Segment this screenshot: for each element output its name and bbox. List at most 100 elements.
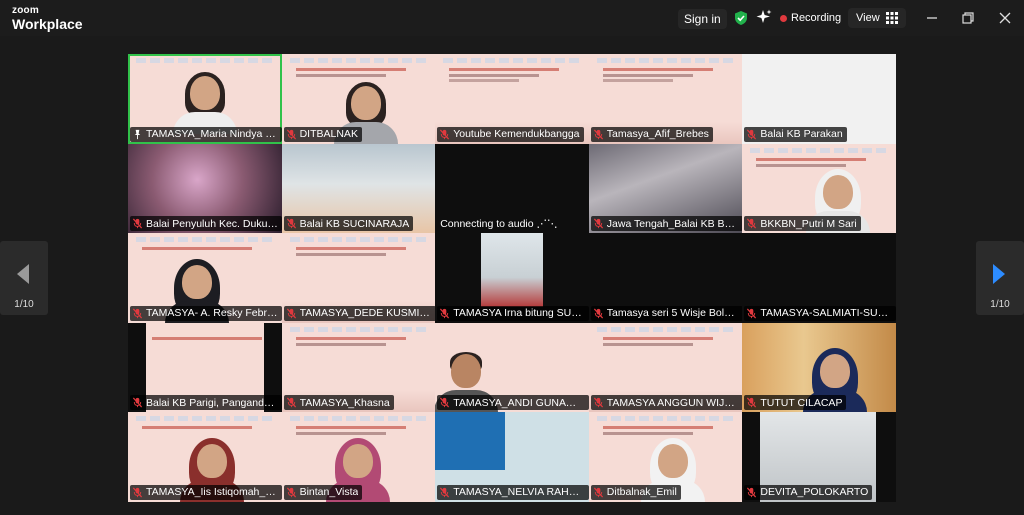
grid-icon [885,12,898,24]
page-indicator-left: 1/10 [14,299,34,310]
participant-name-tag: Balai KB SUCINARAJA [283,216,414,232]
participant-name-tag: TAMASYA_DEDE KUSMIATI_... [283,305,436,321]
chevron-right-icon [993,264,1005,284]
mic-muted-icon [132,218,143,229]
participant-name-tag: Balai KB Parakan [744,126,847,142]
mic-muted-icon [593,218,603,229]
participant-name: Balai KB Parigi, Pangandaran [146,396,278,409]
participant-name: Balai KB SUCINARAJA [299,217,410,230]
mic-muted-icon [132,487,143,498]
video-tile[interactable]: TAMASYA Irna bitung SULUT [435,233,589,323]
mic-muted-icon [593,397,603,408]
video-tile[interactable]: TAMASYA_NELVIA RAHMI_S... [435,412,589,502]
participant-name-tag: DITBALNAK [283,126,362,142]
participant-name: TAMASYA Irna bitung SULUT [453,307,586,320]
participant-name: TAMASYA ANGGUN WIJAYA ... [606,396,739,409]
participant-name-tag: TAMASYA ANGGUN WIJAYA ... [590,395,743,411]
video-tile[interactable]: Balai Penyuluh Kec. Dukuht... [128,143,282,234]
page-indicator-right: 1/10 [990,299,1010,310]
participant-name: DEVITA_POLOKARTO [760,486,869,499]
participant-name: TAMASYA_Iis Istiqomah_Jaw... [146,486,278,499]
mic-muted-icon [440,397,450,408]
video-tile[interactable]: Tamasya_Afif_Brebes [588,54,743,144]
view-button[interactable]: View [848,8,906,28]
video-tile[interactable]: Jawa Tengah_Balai KB Bany... [588,143,743,234]
next-page-button[interactable]: 1/10 [976,241,1024,315]
video-tile[interactable]: TAMASYA ANGGUN WIJAYA ... [588,322,743,413]
mic-muted-icon [286,308,296,319]
participant-name: BKKBN_Putri M Sari [760,217,857,230]
mic-muted-icon [286,487,296,498]
participant-name-tag: TAMASYA_Khasna [283,395,394,411]
mic-muted-icon [593,129,603,140]
video-tile[interactable]: DITBALNAK [281,54,436,144]
participant-name-tag: TAMASYA_ANDI GUNAWAN,... [437,395,589,411]
sign-in-button[interactable]: Sign in [678,9,727,29]
mic-muted-icon [747,129,757,140]
video-tile[interactable]: Balai KB Parigi, Pangandaran [128,322,282,413]
mic-muted-icon [286,397,296,408]
video-tile[interactable]: TAMASYA_DEDE KUSMIATI_... [281,233,436,323]
participant-name-tag: Youtube Kemendukbangga [437,126,584,142]
participant-name: Ditbalnak_Emil [606,486,677,499]
minimize-icon[interactable] [922,8,942,28]
recording-indicator[interactable]: Recording [780,10,841,26]
mic-muted-icon [440,129,450,140]
video-tile[interactable]: Balai KB SUCINARAJA [281,143,436,234]
participant-name: TUTUT CILACAP [760,396,843,409]
participant-name-tag: Balai KB Parigi, Pangandaran [130,395,282,411]
restore-icon[interactable] [958,8,978,28]
video-tile[interactable]: Balai KB Parakan [742,54,896,144]
app-logo: zoom Workplace [12,5,83,32]
participant-name: TAMASYA_NELVIA RAHMI_S... [453,486,585,499]
video-tile[interactable]: TAMASYA_ANDI GUNAWAN,... [435,322,589,413]
mic-muted-icon [747,308,757,319]
mic-muted-icon [440,487,450,498]
gallery-grid: TAMASYA_Maria Nindya K_K... DITBALNAK Yo… [128,54,896,502]
participant-name-tag: TAMASYA- A. Resky Febriani... [130,305,282,321]
close-icon[interactable] [995,8,1015,28]
video-tile[interactable]: Youtube Kemendukbangga [435,54,589,144]
video-tile[interactable]: BKKBN_Putri M Sari [742,143,896,234]
video-tile[interactable]: TAMASYA_Maria Nindya K_K... [128,54,282,144]
participant-name-tag: TAMASYA Irna bitung SULUT [437,305,589,321]
participant-name-tag: TAMASYA_Maria Nindya K_K... [130,126,282,142]
previous-page-button[interactable]: 1/10 [0,241,48,315]
participant-name: TAMASYA-SALMIATI-SULSEL [760,307,893,320]
video-tile[interactable]: TAMASYA- A. Resky Febriani... [128,233,282,323]
video-tile[interactable]: DEVITA_POLOKARTO [742,412,896,502]
connecting-audio-status: Connecting to audio ⋰⋱ [440,218,558,231]
chevron-left-icon [17,264,29,284]
participant-name-tag: Tamasya seri 5 Wisje Bolohr... [590,305,743,321]
participant-name-tag: TAMASYA_NELVIA RAHMI_S... [437,484,589,500]
video-tile[interactable]: TAMASYA_Iis Istiqomah_Jaw... [128,412,282,502]
participant-name-tag: TAMASYA_Iis Istiqomah_Jaw... [130,484,282,500]
video-tile[interactable]: Ditbalnak_Emil [588,412,743,502]
video-tile[interactable]: Tamasya seri 5 Wisje Bolohr... [588,233,743,323]
participant-name: TAMASYA_Maria Nindya K_K... [146,128,278,141]
video-tile[interactable]: Bintan_Vista [281,412,436,502]
participant-name: Bintan_Vista [299,486,359,499]
participant-name: Balai KB Parakan [760,128,843,141]
mic-muted-icon [747,218,757,229]
mic-muted-icon [440,308,450,319]
mic-muted-icon [747,487,757,498]
participant-name: TAMASYA- A. Resky Febriani... [146,307,278,320]
participant-name: TAMASYA_ANDI GUNAWAN,... [453,396,585,409]
video-tile[interactable]: TUTUT CILACAP [742,322,896,413]
participant-name-tag: Balai Penyuluh Kec. Dukuht... [130,216,282,232]
participant-name-tag: Bintan_Vista [283,484,363,500]
mic-muted-icon [747,397,757,408]
mic-muted-icon [286,218,296,229]
brand-top: zoom [12,5,39,16]
pin-icon [134,129,141,139]
sparkle-icon[interactable] [756,9,772,25]
mic-muted-icon [593,487,603,498]
participant-name: Jawa Tengah_Balai KB Bany... [606,217,739,230]
video-tile[interactable]: TAMASYA-SALMIATI-SULSEL [742,233,896,323]
mic-muted-icon [132,308,143,319]
shield-check-icon[interactable] [733,10,749,26]
video-tile[interactable]: Connecting to audio ⋰⋱ [435,143,589,234]
participant-name: DITBALNAK [299,128,358,141]
video-tile[interactable]: TAMASYA_Khasna [281,322,436,413]
